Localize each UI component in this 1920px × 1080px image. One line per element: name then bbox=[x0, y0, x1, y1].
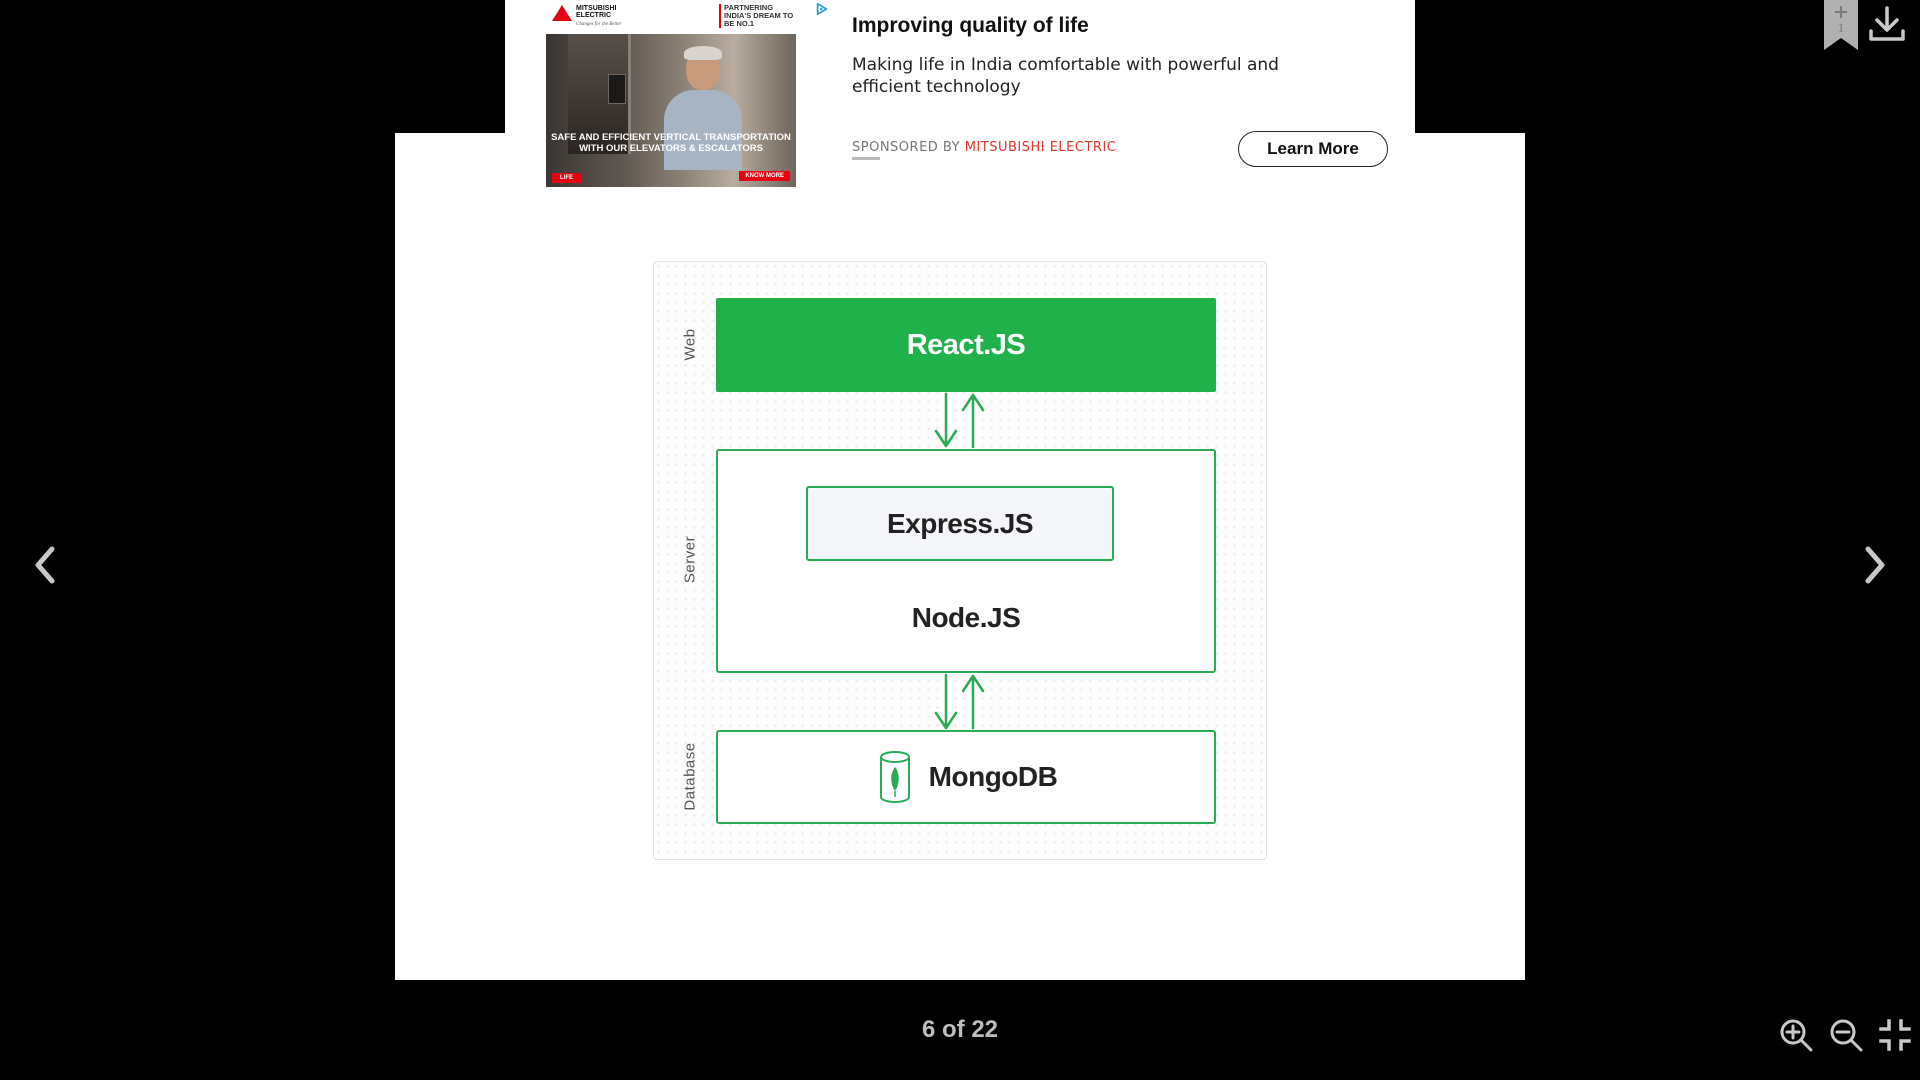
bookmark-count: 1 bbox=[1837, 20, 1845, 35]
exit-fullscreen-button[interactable] bbox=[1876, 1016, 1914, 1054]
database-layer-box: MongoDB bbox=[716, 730, 1216, 824]
slideshow-viewer: MITSUBISHI ELECTRIC Changes for the Bett… bbox=[0, 0, 1920, 1080]
partner-text: PARTNERING INDIA'S DREAM TO BE NO.1 bbox=[719, 4, 794, 28]
learn-more-button[interactable]: Learn More bbox=[1238, 131, 1388, 167]
ad-image-header: MITSUBISHI ELECTRIC Changes for the Bett… bbox=[546, 0, 796, 34]
ad-choices-icon[interactable] bbox=[815, 2, 829, 16]
chevron-right-icon bbox=[1865, 546, 1885, 584]
zoom-out-icon bbox=[1830, 1019, 1863, 1052]
download-icon bbox=[1869, 6, 1905, 41]
slide-counter: 6 of 22 bbox=[921, 1016, 999, 1043]
mitsubishi-diamond-icon bbox=[552, 5, 572, 21]
zoom-in-button[interactable] bbox=[1777, 1016, 1815, 1054]
brand-logo-text: MITSUBISHI ELECTRIC bbox=[576, 5, 617, 19]
ad-photo-caption: SAFE AND EFFICIENT VERTICAL TRANSPORTATI… bbox=[551, 132, 791, 154]
know-more-button[interactable]: KNOW MORE bbox=[739, 171, 790, 181]
ad-photo-badge: LIFE bbox=[552, 173, 581, 183]
ad-sponsored-by: SPONSORED BY MITSUBISHI ELECTRIC bbox=[852, 140, 1116, 155]
ad-title[interactable]: Improving quality of life bbox=[852, 14, 1089, 38]
ad-banner[interactable]: MITSUBISHI ELECTRIC Changes for the Bett… bbox=[505, 0, 1415, 187]
react-layer-box: React.JS bbox=[716, 298, 1216, 392]
exit-fullscreen-icon bbox=[1879, 1019, 1911, 1051]
layer-label-database: Database bbox=[681, 742, 699, 811]
zoom-out-button[interactable] bbox=[1827, 1016, 1865, 1054]
ad-photo: SAFE AND EFFICIENT VERTICAL TRANSPORTATI… bbox=[546, 34, 796, 187]
sponsored-brand[interactable]: MITSUBISHI ELECTRIC bbox=[965, 140, 1117, 155]
zoom-in-icon bbox=[1780, 1019, 1813, 1052]
database-cylinder-icon bbox=[879, 751, 910, 803]
web-server-arrows bbox=[934, 392, 985, 449]
previous-slide-button[interactable] bbox=[25, 535, 65, 595]
elevator-panel bbox=[608, 74, 626, 104]
server-database-arrows bbox=[934, 673, 985, 730]
node-label: Node.JS bbox=[911, 602, 1021, 633]
brand-logo: MITSUBISHI ELECTRIC Changes for the Bett… bbox=[552, 5, 628, 28]
layer-label-server: Server bbox=[681, 535, 699, 584]
ad-description: Making life in India comfortable with po… bbox=[852, 55, 1279, 97]
express-box: Express.JS bbox=[806, 486, 1114, 561]
sponsored-underline bbox=[852, 157, 880, 160]
sponsored-prefix: SPONSORED BY bbox=[852, 140, 961, 155]
brand-tagline: Changes for the Better bbox=[576, 22, 622, 27]
ad-image[interactable]: MITSUBISHI ELECTRIC Changes for the Bett… bbox=[546, 0, 796, 187]
download-button[interactable] bbox=[1866, 3, 1908, 45]
next-slide-button[interactable] bbox=[1855, 535, 1895, 595]
bookmark-button[interactable]: 1 bbox=[1820, 0, 1862, 52]
layer-label-web: Web bbox=[681, 328, 699, 361]
mongodb-label: MongoDB bbox=[928, 761, 1058, 792]
chevron-left-icon bbox=[35, 546, 55, 584]
